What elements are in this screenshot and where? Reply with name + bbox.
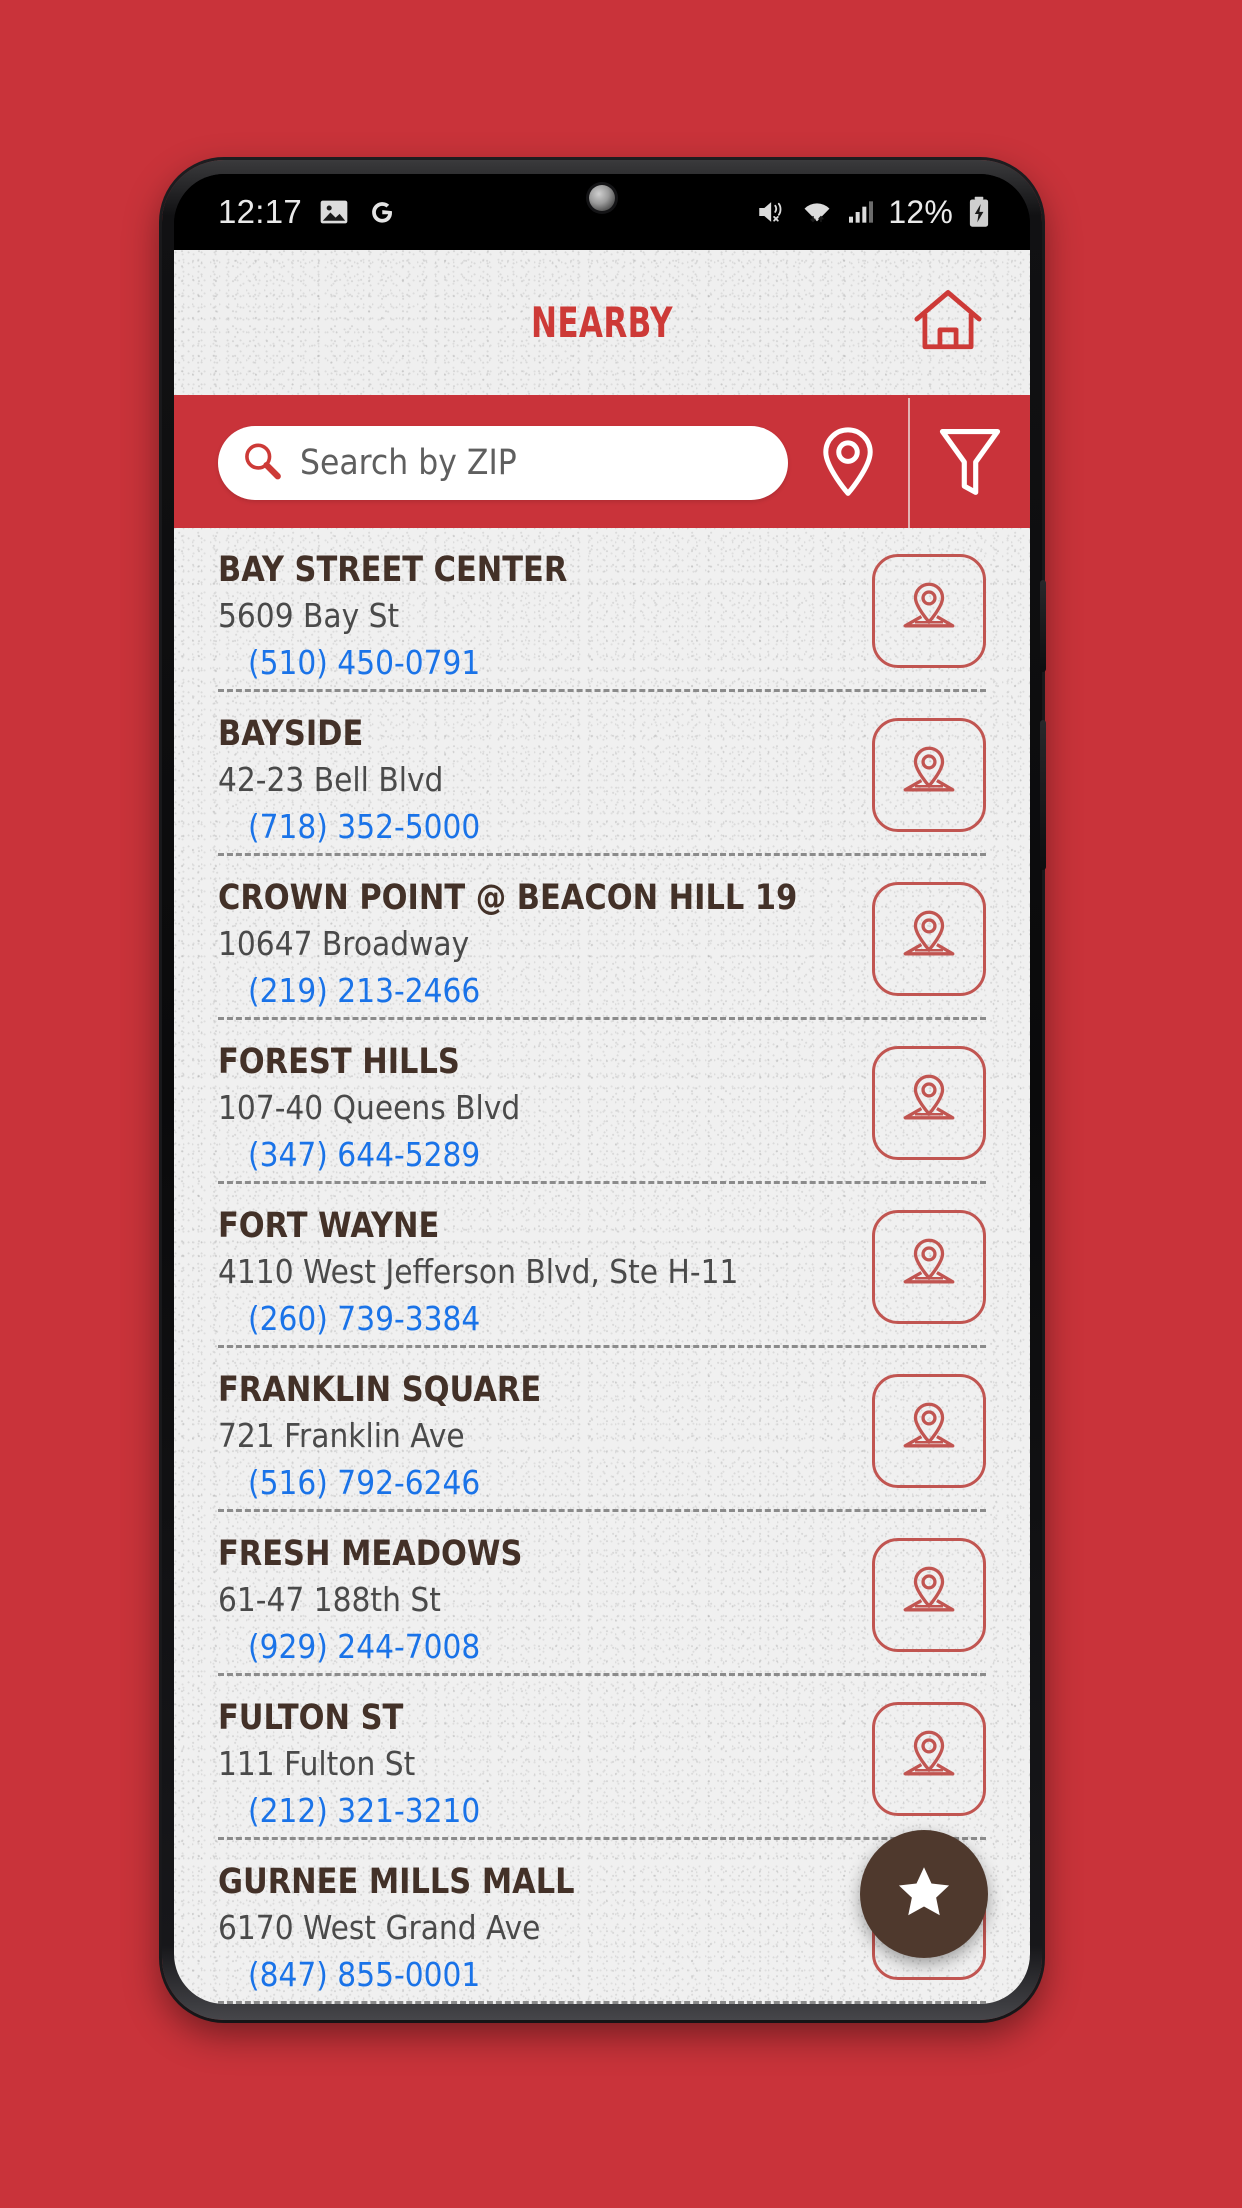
store-info: FRESH MEADOWS 61-47 188th St (929) 244-700… — [218, 1534, 872, 1669]
store-list-item[interactable]: FOREST HILLS 107-40 Queens Blvd (347) 644-… — [174, 1020, 1030, 1181]
store-info: FORT WAYNE 4110 West Jefferson Blvd, Ste … — [218, 1206, 872, 1341]
store-address: 10647 Broadway — [218, 924, 470, 964]
store-address: 5609 Bay St — [218, 596, 400, 636]
favorites-fab[interactable] — [860, 1830, 988, 1958]
store-map-button[interactable] — [872, 1702, 986, 1816]
store-address: 61-47 188th St — [218, 1580, 441, 1620]
battery-percent-label: 12% — [888, 193, 953, 230]
store-map-button[interactable] — [872, 1210, 986, 1324]
store-list-body: BAY STREET CENTER 5609 Bay St (510) 450-07… — [174, 528, 1030, 2004]
home-icon — [911, 287, 985, 358]
store-map-button[interactable] — [872, 1538, 986, 1652]
store-info: FRANKLIN SQUARE 721 Franklin Ave (516) 792… — [218, 1370, 872, 1505]
store-name: FRANKLIN SQUARE — [218, 1370, 542, 1410]
search-input[interactable] — [300, 443, 716, 483]
status-bar: 12:17 12% — [174, 174, 1030, 250]
filter-button[interactable] — [908, 398, 1030, 528]
store-map-button[interactable] — [872, 718, 986, 832]
store-phone-link[interactable]: (847) 855-0001 — [248, 1954, 480, 1997]
store-map-button[interactable] — [872, 1374, 986, 1488]
map-pin-icon — [896, 904, 962, 975]
volume-button[interactable] — [1040, 720, 1046, 870]
store-address: 111 Fulton St — [218, 1744, 416, 1784]
star-icon — [893, 1861, 955, 1928]
store-phone-link[interactable]: (718) 352-5000 — [248, 806, 480, 849]
status-bar-right: 12% — [755, 194, 994, 231]
store-phone-link[interactable]: (347) 644-5289 — [248, 1134, 480, 1177]
notch-wing-left — [446, 174, 472, 200]
store-list-item[interactable]: FULTON ST 111 Fulton St (212) 321-3210 — [174, 1676, 1030, 1837]
map-pin-icon — [896, 576, 962, 647]
store-list-item[interactable]: FRESH MEADOWS 61-47 188th St (929) 244-700… — [174, 1512, 1030, 1673]
use-my-location-button[interactable] — [788, 398, 908, 528]
store-map-button[interactable] — [872, 554, 986, 668]
store-info: BAYSIDE 42-23 Bell Blvd (718) 352-5000 — [218, 714, 872, 849]
store-name: BAYSIDE — [218, 714, 364, 754]
store-name: FRESH MEADOWS — [218, 1534, 523, 1574]
vibrate-mute-icon — [755, 195, 789, 229]
cell-signal-icon — [845, 196, 877, 228]
search-icon — [240, 439, 284, 488]
map-pin-icon — [896, 1724, 962, 1795]
camera-notch — [537, 174, 667, 228]
store-map-button[interactable] — [872, 882, 986, 996]
search-field[interactable] — [218, 426, 788, 500]
store-address: 721 Franklin Ave — [218, 1416, 465, 1456]
page-title: NEARBY — [531, 298, 673, 347]
status-bar-clock: 12:17 — [218, 193, 303, 230]
store-phone-link[interactable]: (260) 739-3384 — [248, 1298, 480, 1341]
store-info: CROWN POINT @ BEACON HILL 19 10647 Broadw… — [218, 878, 872, 1013]
store-info: BAY STREET CENTER 5609 Bay St (510) 450-07… — [218, 550, 872, 685]
store-name: FOREST HILLS — [218, 1042, 460, 1082]
map-pin-icon — [896, 1560, 962, 1631]
store-list-item[interactable]: CROWN POINT @ BEACON HILL 19 10647 Broadw… — [174, 856, 1030, 1017]
app-screen: NEARBY Search by ZIP BAY STREET CENTER 5… — [174, 250, 1030, 2004]
map-pin-icon — [815, 424, 881, 503]
store-name: FORT WAYNE — [218, 1206, 440, 1246]
photo-icon — [318, 196, 350, 228]
store-address: 6170 West Grand Ave — [218, 1908, 541, 1948]
home-button[interactable] — [910, 285, 986, 361]
store-phone-link[interactable]: (219) 213-2466 — [248, 970, 480, 1013]
search-field-wrapper — [174, 426, 788, 500]
store-name: GURNEE MILLS MALL — [218, 1862, 575, 1902]
wifi-icon — [800, 195, 834, 229]
store-info: GURNEE MILLS MALL 6170 West Grand Ave (847… — [218, 1862, 872, 1997]
store-list-item[interactable]: BAY STREET CENTER 5609 Bay St (510) 450-07… — [174, 528, 1030, 689]
app-header: NEARBY — [174, 250, 1030, 398]
store-name: CROWN POINT @ BEACON HILL 19 — [218, 878, 798, 918]
store-phone-link[interactable]: (212) 321-3210 — [248, 1790, 480, 1833]
status-bar-left: 12:17 — [218, 193, 398, 231]
map-pin-icon — [896, 1068, 962, 1139]
map-pin-icon — [896, 740, 962, 811]
power-button[interactable] — [1040, 580, 1046, 672]
store-name: BAY STREET CENTER — [218, 550, 568, 590]
store-list[interactable]: BAY STREET CENTER 5609 Bay St (510) 450-07… — [174, 528, 1030, 2004]
device-screen-area: 12:17 12% NEARBY Search by ZIP BAY STREE… — [174, 174, 1030, 2004]
store-map-button[interactable] — [872, 1046, 986, 1160]
store-list-item[interactable]: BAYSIDE 42-23 Bell Blvd (718) 352-5000 — [174, 692, 1030, 853]
store-info: FULTON ST 111 Fulton St (212) 321-3210 — [218, 1698, 872, 1833]
google-g-icon — [366, 196, 398, 228]
store-phone-link[interactable]: (516) 792-6246 — [248, 1462, 480, 1505]
store-phone-link[interactable]: (510) 450-0791 — [248, 642, 480, 685]
store-address: 4110 West Jefferson Blvd, Ste H-11 — [218, 1252, 739, 1292]
store-address: 42-23 Bell Blvd — [218, 760, 444, 800]
store-info: FOREST HILLS 107-40 Queens Blvd (347) 644-… — [218, 1042, 872, 1177]
store-name: FULTON ST — [218, 1698, 404, 1738]
search-bar-row — [174, 398, 1030, 528]
list-divider — [218, 2001, 986, 2004]
map-pin-icon — [896, 1396, 962, 1467]
store-address: 107-40 Queens Blvd — [218, 1088, 521, 1128]
store-list-item[interactable]: FORT WAYNE 4110 West Jefferson Blvd, Ste … — [174, 1184, 1030, 1345]
battery-charging-icon — [964, 196, 994, 228]
phone-device: 12:17 12% NEARBY Search by ZIP BAY STREE… — [162, 160, 1046, 2020]
filter-funnel-icon — [935, 423, 1005, 504]
notch-wing-right — [732, 174, 758, 200]
store-list-item[interactable]: FRANKLIN SQUARE 721 Franklin Ave (516) 792… — [174, 1348, 1030, 1509]
store-phone-link[interactable]: (929) 244-7008 — [248, 1626, 480, 1669]
map-pin-icon — [896, 1232, 962, 1303]
front-camera-icon — [589, 185, 615, 211]
